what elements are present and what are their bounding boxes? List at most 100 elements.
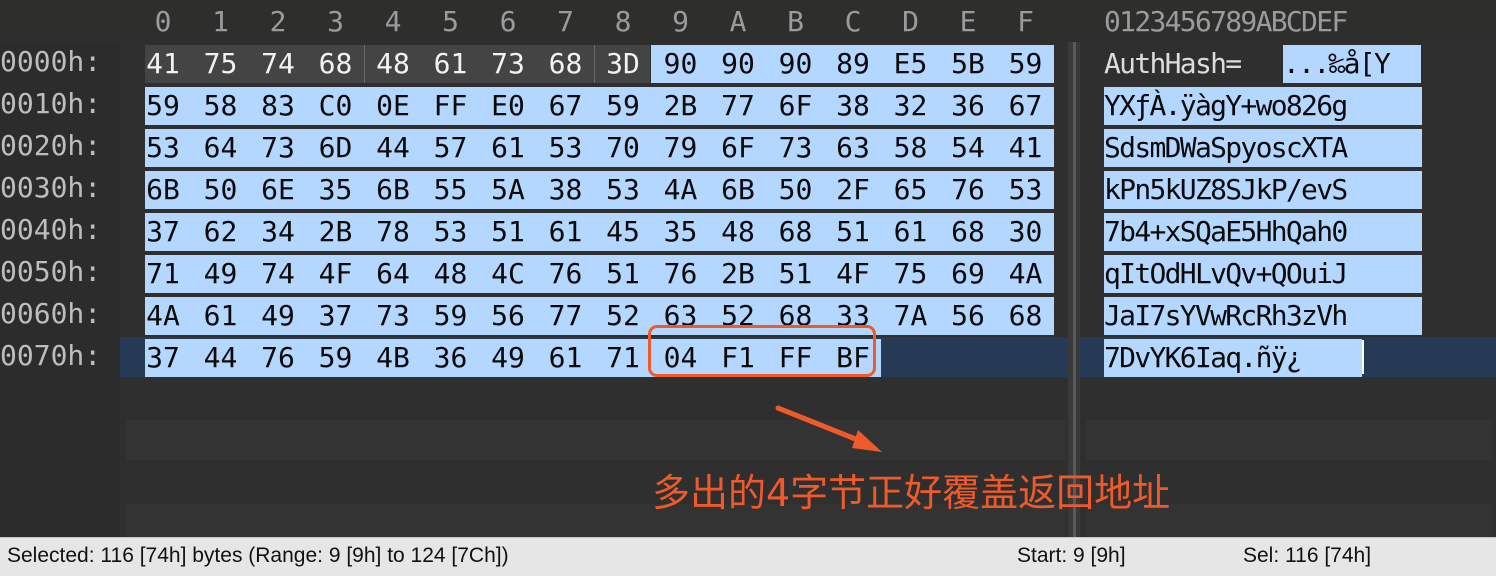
hex-byte[interactable]: FF bbox=[423, 88, 479, 124]
hex-byte[interactable]: 53 bbox=[423, 214, 479, 250]
hex-byte[interactable]: 4A bbox=[998, 256, 1054, 292]
hex-byte[interactable]: 90 bbox=[653, 46, 709, 82]
hex-byte[interactable]: 73 bbox=[365, 298, 421, 334]
hex-byte[interactable]: 71 bbox=[135, 256, 191, 292]
hex-byte[interactable]: 53 bbox=[538, 130, 594, 166]
hex-byte[interactable]: 68 bbox=[308, 46, 364, 82]
hex-byte[interactable]: 37 bbox=[135, 340, 191, 376]
hex-byte[interactable]: 73 bbox=[768, 130, 824, 166]
hex-byte[interactable]: 6B bbox=[135, 172, 191, 208]
hex-byte[interactable]: 6F bbox=[710, 130, 766, 166]
hex-byte[interactable]: 32 bbox=[883, 88, 939, 124]
ascii-text[interactable]: SdsmDWaSpyoscXTA bbox=[1104, 129, 1422, 167]
hex-byte[interactable]: 58 bbox=[193, 88, 249, 124]
ascii-text[interactable]: AuthHash= bbox=[1104, 46, 1242, 82]
hex-byte[interactable]: 54 bbox=[940, 130, 996, 166]
ascii-text[interactable]: YXƒÀ.ÿàgY+wo826g bbox=[1104, 87, 1422, 125]
hex-byte[interactable]: 76 bbox=[538, 256, 594, 292]
hex-byte[interactable]: 45 bbox=[595, 214, 651, 250]
hex-byte[interactable]: 51 bbox=[480, 214, 536, 250]
hex-byte[interactable]: 71 bbox=[595, 340, 651, 376]
hex-byte[interactable]: 6D bbox=[308, 130, 364, 166]
hex-byte[interactable]: 55 bbox=[423, 172, 479, 208]
hex-byte[interactable]: 61 bbox=[480, 130, 536, 166]
hex-byte[interactable]: 5A bbox=[480, 172, 536, 208]
hex-byte[interactable]: 68 bbox=[940, 214, 996, 250]
hex-byte[interactable]: 90 bbox=[768, 46, 824, 82]
hex-byte[interactable]: 77 bbox=[538, 298, 594, 334]
hex-byte[interactable]: 48 bbox=[365, 46, 421, 82]
hex-byte[interactable]: 61 bbox=[193, 298, 249, 334]
hex-byte[interactable]: 2F bbox=[825, 172, 881, 208]
hex-byte[interactable]: 2B bbox=[308, 214, 364, 250]
hex-byte[interactable]: 76 bbox=[250, 340, 306, 376]
hex-byte[interactable]: 38 bbox=[538, 172, 594, 208]
ascii-text[interactable]: 7DvYK6Iaq.ñÿ¿ bbox=[1104, 339, 1362, 377]
hex-byte[interactable]: 75 bbox=[883, 256, 939, 292]
hex-byte[interactable]: 49 bbox=[193, 256, 249, 292]
hex-byte[interactable]: 64 bbox=[193, 130, 249, 166]
hex-byte[interactable]: 68 bbox=[538, 46, 594, 82]
hex-byte[interactable]: 61 bbox=[883, 214, 939, 250]
hex-byte[interactable]: 65 bbox=[883, 172, 939, 208]
hex-byte[interactable]: 4C bbox=[480, 256, 536, 292]
hex-byte[interactable]: 53 bbox=[135, 130, 191, 166]
hex-byte[interactable]: 41 bbox=[135, 46, 191, 82]
hex-byte[interactable]: 53 bbox=[595, 172, 651, 208]
hex-byte[interactable]: 78 bbox=[365, 214, 421, 250]
hex-byte[interactable]: 49 bbox=[250, 298, 306, 334]
ascii-text[interactable]: qItOdHLvQv+QOuiJ bbox=[1104, 255, 1422, 293]
hex-byte[interactable]: 36 bbox=[423, 340, 479, 376]
hex-byte[interactable]: 74 bbox=[250, 46, 306, 82]
hex-byte[interactable]: 3D bbox=[595, 46, 651, 82]
hex-byte[interactable]: 67 bbox=[998, 88, 1054, 124]
hex-byte[interactable]: 4A bbox=[135, 298, 191, 334]
hex-byte[interactable]: 4F bbox=[825, 256, 881, 292]
hex-byte[interactable]: 34 bbox=[250, 214, 306, 250]
hex-byte[interactable]: 61 bbox=[538, 340, 594, 376]
hex-byte[interactable]: 59 bbox=[595, 88, 651, 124]
hex-byte[interactable]: E5 bbox=[883, 46, 939, 82]
hex-byte[interactable]: 52 bbox=[595, 298, 651, 334]
hex-byte[interactable]: 69 bbox=[940, 256, 996, 292]
hex-byte[interactable]: 68 bbox=[998, 298, 1054, 334]
hex-byte[interactable]: 37 bbox=[135, 214, 191, 250]
hex-byte[interactable]: 4B bbox=[365, 340, 421, 376]
hex-byte[interactable]: 73 bbox=[250, 130, 306, 166]
hex-byte[interactable]: 6E bbox=[250, 172, 306, 208]
hex-byte[interactable]: 70 bbox=[595, 130, 651, 166]
hex-byte[interactable]: 57 bbox=[423, 130, 479, 166]
hex-byte[interactable]: 74 bbox=[250, 256, 306, 292]
hex-byte[interactable]: 51 bbox=[595, 256, 651, 292]
hex-byte[interactable]: 48 bbox=[710, 214, 766, 250]
ascii-text[interactable]: kPn5kUZ8SJkP/evS bbox=[1104, 171, 1422, 209]
hex-byte[interactable]: 83 bbox=[250, 88, 306, 124]
hex-byte[interactable]: 64 bbox=[365, 256, 421, 292]
hex-byte[interactable]: 50 bbox=[768, 172, 824, 208]
hex-byte[interactable]: 7A bbox=[883, 298, 939, 334]
hex-byte[interactable]: 76 bbox=[653, 256, 709, 292]
hex-byte[interactable]: 68 bbox=[768, 214, 824, 250]
hex-byte[interactable]: 5B bbox=[940, 46, 996, 82]
hex-byte[interactable]: 6B bbox=[710, 172, 766, 208]
ascii-text-selected[interactable]: ...‰å[Y bbox=[1283, 45, 1421, 83]
hex-byte[interactable]: 53 bbox=[998, 172, 1054, 208]
hex-byte[interactable]: 61 bbox=[538, 214, 594, 250]
ascii-text[interactable]: JaI7sYVwRcRh3zVh bbox=[1104, 297, 1422, 335]
hex-byte[interactable]: 6F bbox=[768, 88, 824, 124]
hex-byte[interactable]: 77 bbox=[710, 88, 766, 124]
hex-byte[interactable]: 50 bbox=[193, 172, 249, 208]
ascii-text[interactable]: 7b4+xSQaE5HhQah0 bbox=[1104, 213, 1422, 251]
hex-byte[interactable]: 2B bbox=[710, 256, 766, 292]
hex-byte[interactable]: 0E bbox=[365, 88, 421, 124]
hex-byte[interactable]: 61 bbox=[423, 46, 479, 82]
hex-byte[interactable]: 48 bbox=[423, 256, 479, 292]
hex-byte[interactable]: 4A bbox=[653, 172, 709, 208]
hex-byte[interactable]: 75 bbox=[193, 46, 249, 82]
hex-byte[interactable]: 44 bbox=[193, 340, 249, 376]
hex-byte[interactable]: 51 bbox=[768, 256, 824, 292]
hex-byte[interactable]: 59 bbox=[998, 46, 1054, 82]
hex-byte[interactable]: 51 bbox=[825, 214, 881, 250]
hex-byte[interactable]: 67 bbox=[538, 88, 594, 124]
hex-byte[interactable]: 4F bbox=[308, 256, 364, 292]
